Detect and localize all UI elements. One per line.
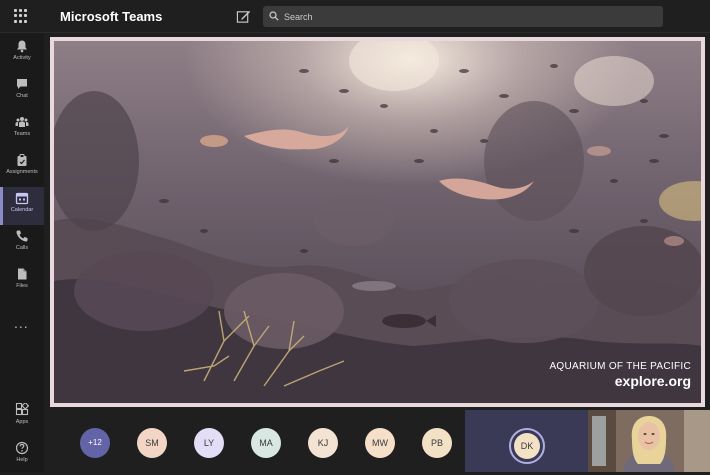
rail-item-activity[interactable]: Activity xyxy=(0,35,44,73)
participant-avatar[interactable]: LY xyxy=(194,428,224,458)
rail-item-label: Apps xyxy=(15,419,29,425)
rail-item-apps[interactable]: Apps xyxy=(0,399,44,437)
self-view-scene xyxy=(588,410,710,472)
search-icon xyxy=(269,11,279,21)
phone-icon xyxy=(16,230,28,242)
rail-item-chat[interactable]: Chat xyxy=(0,73,44,111)
calendar-icon xyxy=(15,192,29,205)
participant-avatar[interactable]: MA xyxy=(251,428,281,458)
rail-item-label: Files xyxy=(16,283,28,289)
participant-avatar[interactable]: SM xyxy=(137,428,167,458)
more-apps-icon[interactable]: ... xyxy=(14,315,29,331)
search-input[interactable] xyxy=(284,9,654,24)
explore-watermark: AQUARIUM OF THE PACIFIC explore.org xyxy=(549,361,691,389)
participant-avatar[interactable]: KJ xyxy=(308,428,338,458)
rail-item-label: Assignments xyxy=(6,169,38,175)
rail-item-calendar[interactable]: Calendar xyxy=(0,187,44,225)
top-bar: Microsoft Teams xyxy=(0,0,710,33)
aquarium-scene xyxy=(54,41,701,403)
aquarium-video[interactable]: AQUARIUM OF THE PACIFIC explore.org xyxy=(54,41,701,403)
app-rail: Activity Chat Teams Assignments Calendar… xyxy=(0,33,44,472)
rail-item-label: Teams xyxy=(13,131,31,137)
rail-item-label: Help xyxy=(16,457,28,463)
participant-strip: +12 SM LY MA KJ MW PB DK xyxy=(44,408,710,472)
rail-item-label: Calls xyxy=(15,245,29,251)
watermark-line-2: explore.org xyxy=(614,373,691,389)
rail-item-files[interactable]: Files xyxy=(0,263,44,301)
app-title: Microsoft Teams xyxy=(60,9,163,24)
teams-icon xyxy=(15,117,29,127)
self-view-video[interactable] xyxy=(588,410,710,472)
active-speaker-avatar: DK xyxy=(514,433,540,459)
speaking-ring: DK xyxy=(509,428,545,464)
participant-avatar[interactable]: MW xyxy=(365,428,395,458)
shared-video-frame: AQUARIUM OF THE PACIFIC explore.org xyxy=(50,37,705,407)
search-box[interactable] xyxy=(263,6,663,27)
assignments-icon xyxy=(17,154,27,166)
chat-icon xyxy=(17,79,27,89)
rail-item-assignments[interactable]: Assignments xyxy=(0,149,44,187)
active-speaker-tile[interactable]: DK xyxy=(465,410,588,472)
participant-avatar[interactable]: PB xyxy=(422,428,452,458)
rail-item-label: Activity xyxy=(13,55,31,61)
rail-item-label: Chat xyxy=(16,93,28,99)
new-chat-icon[interactable] xyxy=(236,9,251,24)
app-launcher-icon[interactable] xyxy=(14,9,28,23)
meeting-stage: AQUARIUM OF THE PACIFIC explore.org xyxy=(44,33,710,472)
rail-item-teams[interactable]: Teams xyxy=(0,111,44,149)
rail-item-help[interactable]: Help xyxy=(0,437,44,475)
participant-overflow-count[interactable]: +12 xyxy=(80,428,110,458)
help-icon xyxy=(15,441,29,455)
bell-icon xyxy=(17,40,27,53)
watermark-line-1: AQUARIUM OF THE PACIFIC xyxy=(549,361,691,372)
rail-item-calls[interactable]: Calls xyxy=(0,225,44,263)
file-icon xyxy=(18,268,27,280)
apps-icon xyxy=(15,403,29,416)
rail-item-label: Calendar xyxy=(10,207,34,213)
